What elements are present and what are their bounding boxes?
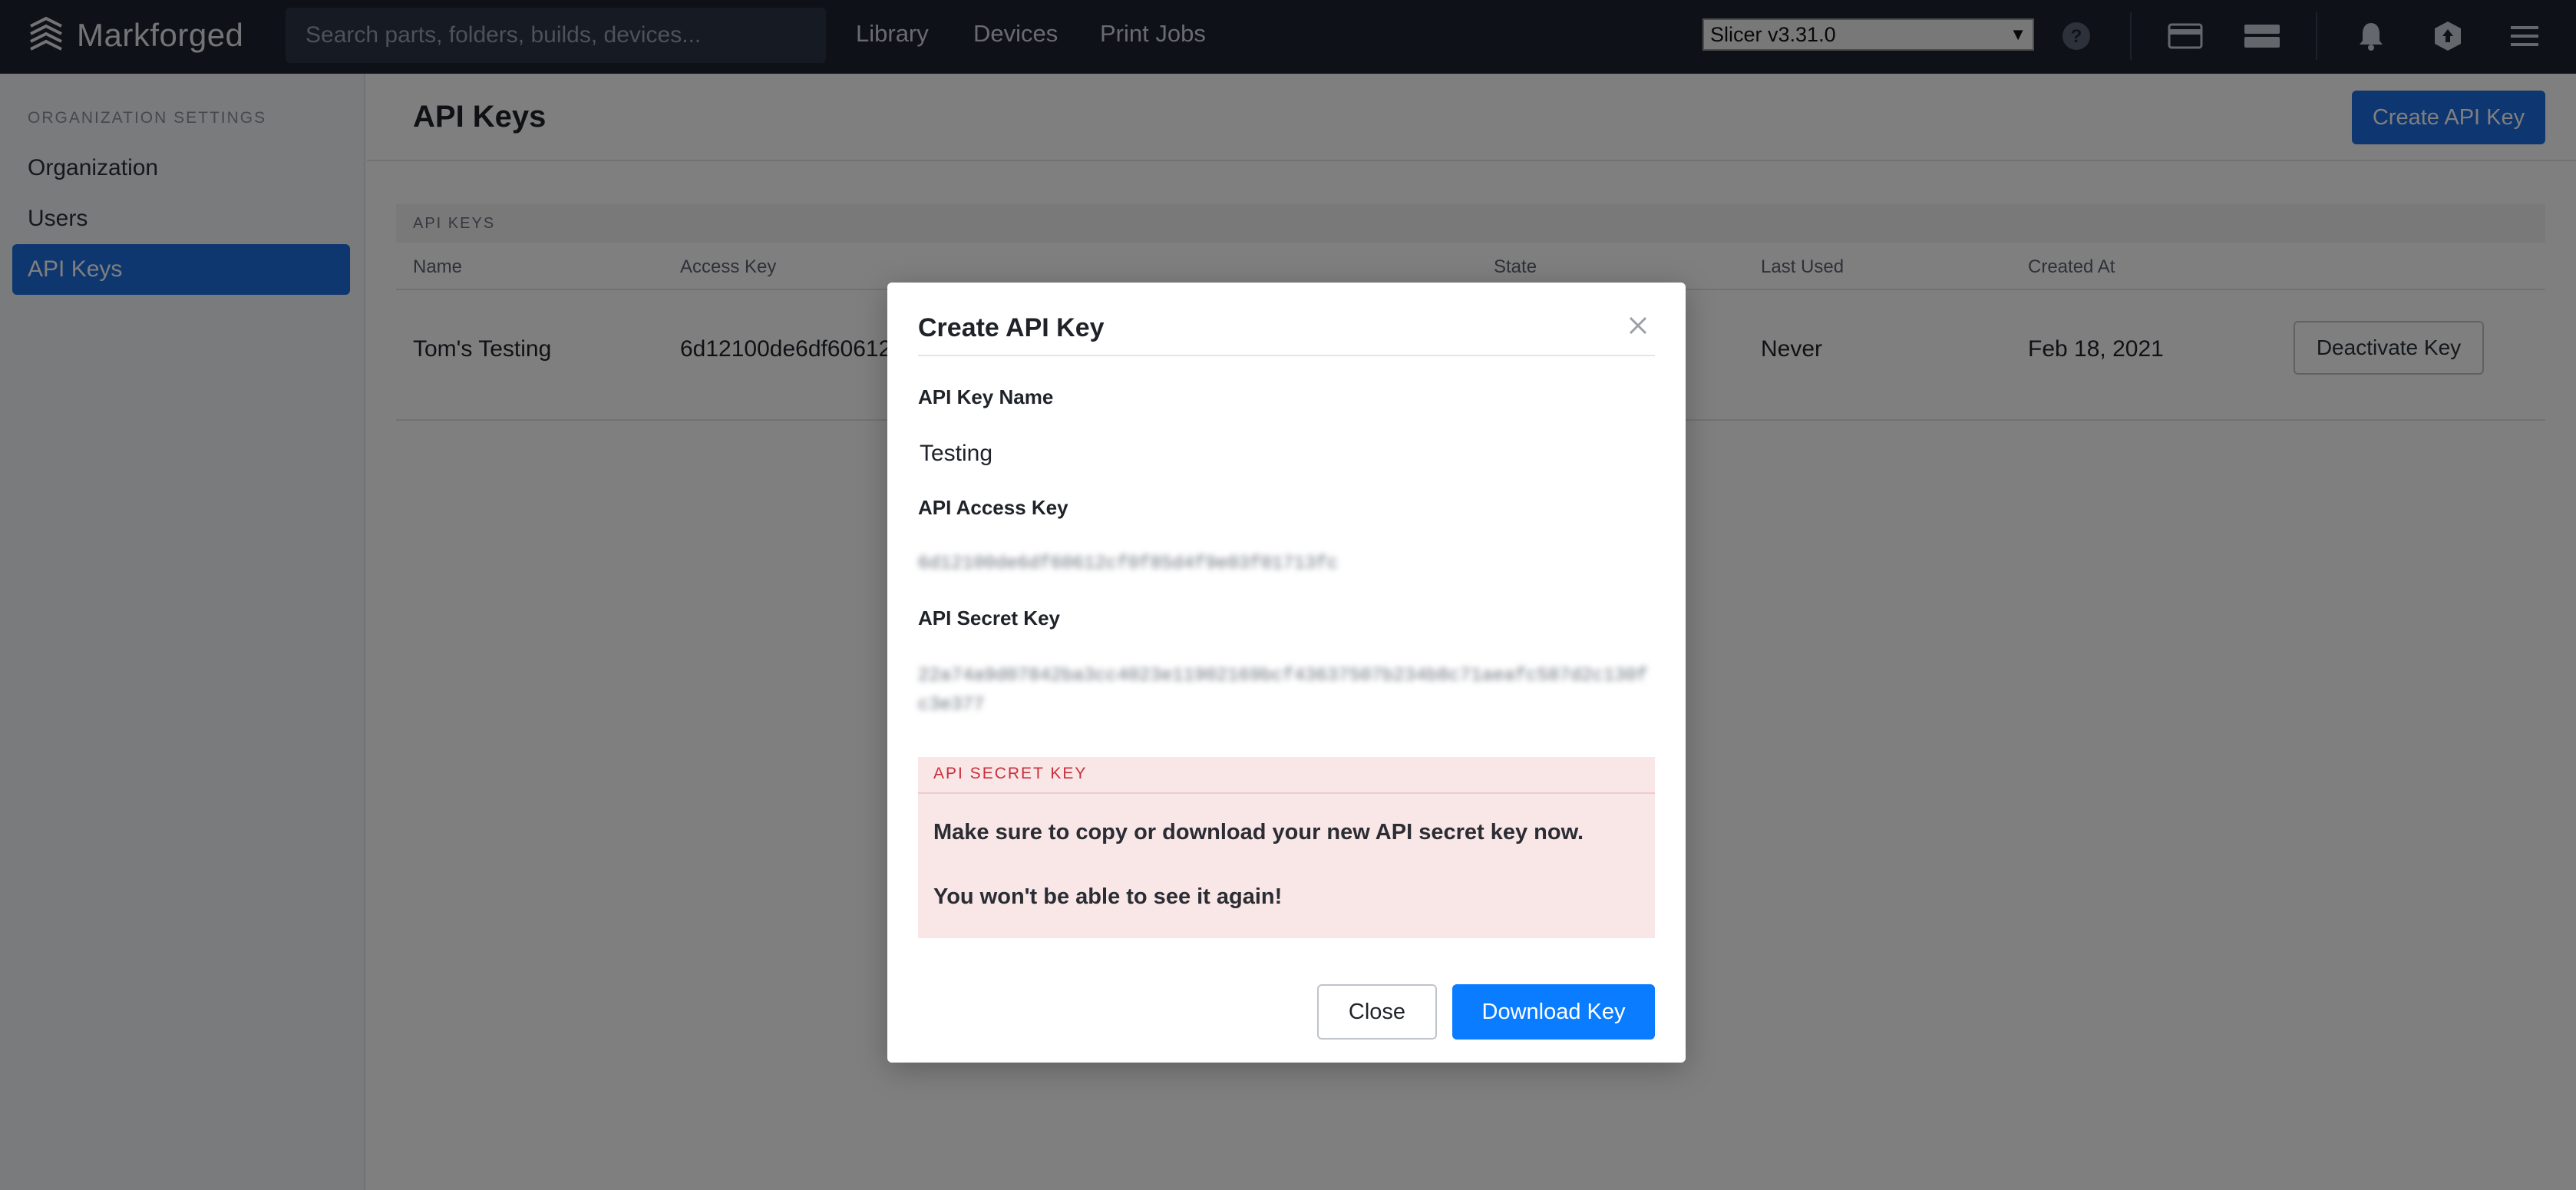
dialog-divider	[918, 355, 1655, 356]
warning-line-2: You won't be able to see it again!	[933, 884, 1283, 909]
close-button[interactable]: Close	[1317, 984, 1437, 1040]
api-access-key-value: 6d12100de6df60612cf0f85d4f9e03f01713fc	[918, 554, 1339, 574]
create-api-key-dialog: Create API Key API Key Name Testing API …	[887, 283, 1686, 1063]
download-key-button[interactable]: Download Key	[1452, 984, 1655, 1040]
dialog-title: Create API Key	[918, 313, 1105, 342]
warning-title: API SECRET KEY	[933, 765, 1088, 782]
api-secret-key-label: API Secret Key	[918, 607, 1060, 630]
warning-divider	[918, 792, 1655, 794]
close-icon[interactable]	[1621, 309, 1655, 342]
api-key-name-label: API Key Name	[918, 385, 1054, 408]
warning-line-1: Make sure to copy or download your new A…	[933, 820, 1584, 845]
secret-key-warning: API SECRET KEY Make sure to copy or down…	[918, 757, 1655, 938]
api-access-key-label: API Access Key	[918, 496, 1068, 519]
api-key-name-value: Testing	[920, 441, 993, 466]
api-secret-key-value: 22a74a9d07842ba3cc4023e11902169bcf436375…	[918, 666, 1648, 716]
